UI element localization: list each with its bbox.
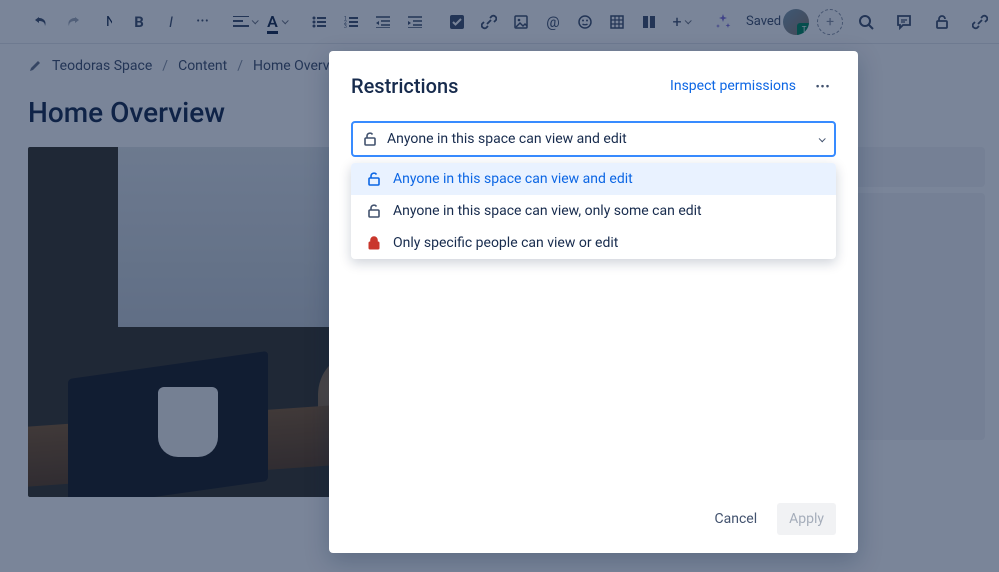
restriction-option[interactable]: Anyone in this space can view and edit (351, 163, 836, 195)
modal-more-button[interactable]: ••• (810, 73, 836, 99)
restrictions-select[interactable]: Anyone in this space can view and edit (351, 121, 836, 157)
select-value: Anyone in this space can view and edit (387, 131, 809, 147)
restrictions-dropdown: Anyone in this space can view and edit A… (351, 163, 836, 259)
chevron-down-icon (819, 135, 826, 142)
apply-button[interactable]: Apply (777, 503, 836, 535)
restriction-option[interactable]: Only specific people can view or edit (351, 227, 836, 259)
unlock-icon (367, 204, 381, 218)
restrictions-modal: Restrictions Inspect permissions ••• Any… (329, 51, 858, 553)
inspect-permissions-link[interactable]: Inspect permissions (670, 78, 796, 94)
unlock-icon (363, 132, 377, 146)
option-label: Only specific people can view or edit (393, 235, 618, 251)
unlock-icon (367, 172, 381, 186)
cancel-button[interactable]: Cancel (702, 503, 769, 535)
option-label: Anyone in this space can view, only some… (393, 203, 702, 219)
lock-icon (367, 236, 381, 250)
restriction-option[interactable]: Anyone in this space can view, only some… (351, 195, 836, 227)
modal-title: Restrictions (351, 74, 458, 98)
option-label: Anyone in this space can view and edit (393, 171, 633, 187)
